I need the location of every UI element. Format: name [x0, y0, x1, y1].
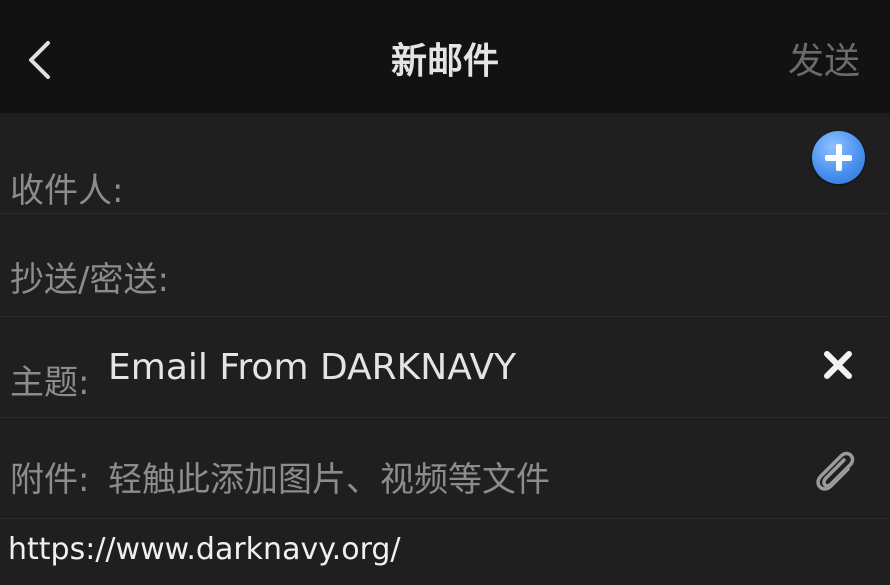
- cc-bcc-label: 抄送/密送:: [10, 260, 169, 300]
- top-bar: 新邮件 发送: [0, 0, 890, 113]
- source-url: https://www.darknavy.org/: [8, 532, 401, 567]
- close-icon: [824, 351, 852, 379]
- subject-row: 主题: Email From DARKNAVY: [0, 317, 890, 418]
- compose-email-screen: 新邮件 发送 收件人: 抄送/密送: 主题: Email From DARKNA…: [0, 0, 890, 585]
- subject-input[interactable]: Email From DARKNAVY: [108, 347, 516, 388]
- cc-bcc-row[interactable]: 抄送/密送:: [0, 214, 890, 317]
- back-button[interactable]: [18, 30, 66, 90]
- attachment-row: 附件: 轻触此添加图片、视频等文件: [0, 418, 890, 519]
- to-label: 收件人:: [10, 171, 124, 211]
- send-button[interactable]: 发送: [788, 0, 860, 113]
- add-recipient-button[interactable]: [812, 131, 865, 184]
- chevron-left-icon: [29, 41, 50, 79]
- clear-subject-button[interactable]: [818, 345, 858, 385]
- attachment-placeholder[interactable]: 轻触此添加图片、视频等文件: [108, 452, 550, 501]
- to-row[interactable]: 收件人:: [0, 113, 890, 214]
- subject-label: 主题:: [10, 363, 90, 403]
- page-title: 新邮件: [390, 41, 499, 82]
- attachment-label: 附件:: [10, 460, 90, 500]
- attach-button[interactable]: [806, 440, 866, 500]
- paperclip-icon: [816, 451, 855, 491]
